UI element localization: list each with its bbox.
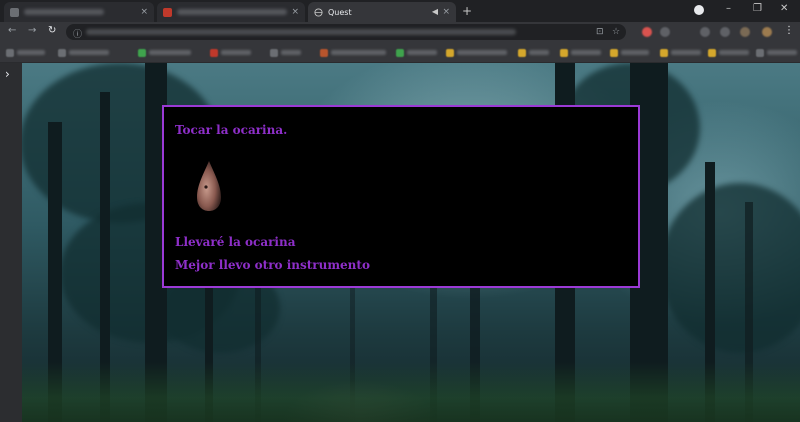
ocarina-icon [197, 161, 221, 211]
tab-title-blurred [177, 9, 287, 15]
bookmark-item[interactable] [518, 48, 549, 57]
bookmark-item[interactable] [708, 48, 749, 57]
bookmark-item[interactable] [210, 48, 251, 57]
forward-button[interactable]: → [28, 25, 36, 36]
install-icon[interactable]: ⊡ [596, 27, 604, 37]
bookmark-item[interactable] [396, 48, 437, 57]
tab-close-icon[interactable]: × [442, 7, 450, 17]
browser-menu-button[interactable]: ⋮ [784, 25, 794, 36]
tab-favicon-icon [10, 7, 19, 17]
bookmark-item[interactable] [320, 48, 386, 57]
tab-close-icon[interactable]: × [140, 7, 148, 17]
side-panel: › [0, 63, 22, 422]
browser-toolbar: ← → ↻ ⓘ ⊡ ☆ ⋮ [0, 22, 800, 42]
profile-icon[interactable] [762, 27, 772, 37]
browser-tab[interactable]: × [157, 2, 305, 22]
minimize-button[interactable]: – [726, 3, 731, 14]
bookmark-item[interactable] [756, 48, 797, 57]
bookmark-item[interactable] [660, 48, 701, 57]
tab-favicon-icon [163, 7, 172, 17]
new-tab-button[interactable]: + [462, 4, 472, 18]
extension-icon[interactable] [660, 27, 670, 37]
speaker-icon[interactable]: ◀ [432, 7, 438, 16]
bookmark-item[interactable] [270, 48, 301, 57]
browser-tab-active[interactable]: Quest ◀ × [308, 2, 456, 22]
extension-icon[interactable] [700, 27, 710, 37]
tab-title-blurred [24, 9, 104, 15]
chevron-right-icon[interactable]: › [5, 67, 10, 81]
dialog-title: Tocar la ocarina. [175, 123, 288, 137]
option-other-instrument[interactable]: Mejor llevo otro instrumento [175, 258, 370, 272]
bookmarks-bar [0, 42, 800, 63]
url-blurred [86, 29, 516, 35]
bookmark-item[interactable] [446, 48, 507, 57]
bookmark-item[interactable] [560, 48, 601, 57]
bookmark-item[interactable] [610, 48, 649, 57]
window-close-button[interactable]: ✕ [780, 3, 788, 14]
tab-close-icon[interactable]: × [291, 7, 299, 17]
extension-icon[interactable] [740, 27, 750, 37]
reload-button[interactable]: ↻ [48, 25, 56, 36]
extension-icon[interactable] [720, 27, 730, 37]
browser-tab-strip: × × Quest ◀ × + – ❐ ✕ [0, 0, 800, 22]
bookmark-item[interactable] [6, 48, 45, 57]
extension-icon[interactable] [642, 27, 652, 37]
option-take-ocarina[interactable]: Llevaré la ocarina [175, 235, 296, 249]
browser-tab[interactable]: × [4, 2, 154, 22]
globe-icon [314, 7, 323, 17]
restore-button[interactable]: ❐ [753, 3, 762, 14]
back-button[interactable]: ← [8, 25, 16, 36]
active-tab-title: Quest [328, 7, 352, 17]
bookmark-item[interactable] [58, 48, 109, 57]
address-bar[interactable]: ⓘ ⊡ ☆ [66, 24, 626, 40]
bookmark-star-icon[interactable]: ☆ [612, 27, 620, 37]
site-info-icon[interactable]: ⓘ [73, 27, 82, 40]
bookmark-item[interactable] [138, 48, 191, 57]
quest-dialog: Tocar la ocarina. Llevaré la ocarina Mej… [162, 105, 640, 288]
profile-avatar-icon[interactable] [694, 5, 704, 15]
